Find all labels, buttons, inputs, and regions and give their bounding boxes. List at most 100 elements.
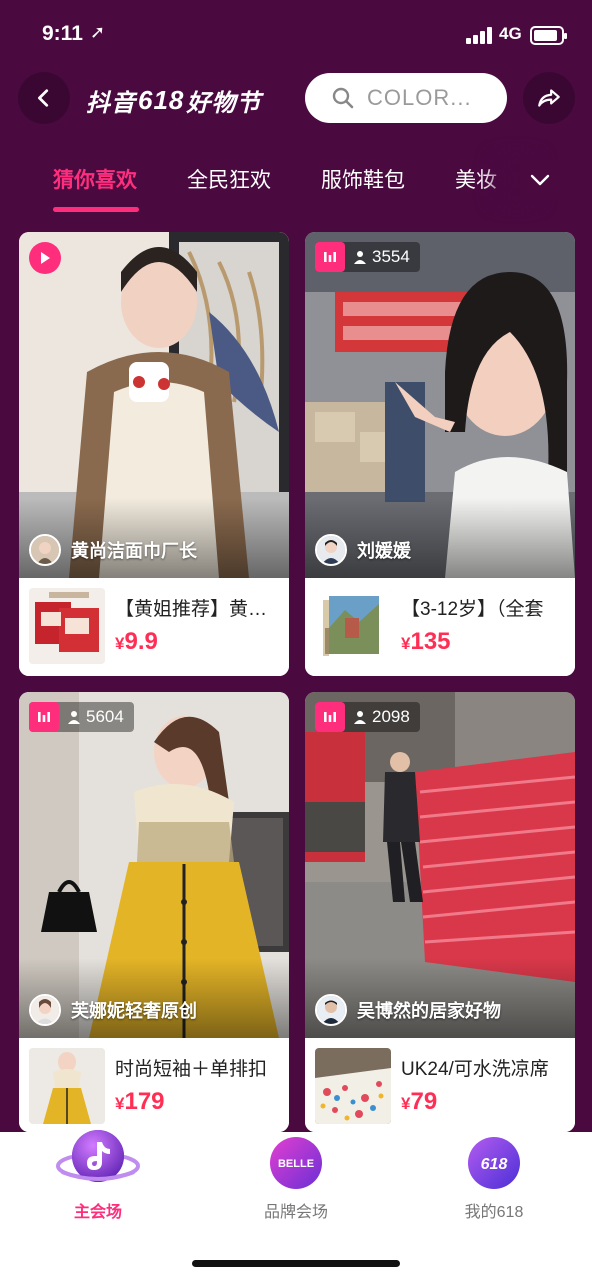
avatar[interactable] bbox=[315, 534, 347, 566]
search-bar[interactable]: COLOR... bbox=[305, 73, 507, 123]
status-time: 9:11 bbox=[42, 22, 83, 45]
author-name: 刘媛媛 bbox=[357, 541, 411, 561]
product-thumbnail[interactable] bbox=[315, 1048, 391, 1124]
product-title: 【3-12岁】（全套 bbox=[401, 599, 544, 620]
event-logo: 抖音 618 好物节 bbox=[86, 80, 261, 120]
tab-guess-you-like[interactable]: 猜你喜欢 bbox=[53, 164, 137, 194]
product-thumbnail[interactable] bbox=[29, 588, 105, 664]
avatar-image bbox=[31, 996, 59, 1024]
product-info[interactable]: 时尚短袖＋单排扣 ¥179 bbox=[19, 1038, 289, 1132]
viewer-count: 2098 bbox=[372, 707, 410, 726]
product-card[interactable]: 3554 刘媛媛 【3-12岁】（全套 ¥135 bbox=[305, 232, 575, 676]
share-button[interactable] bbox=[523, 72, 575, 124]
product-title: 【黄姐推荐】黄尚洁面巾 bbox=[115, 599, 275, 620]
nav-item-my-618[interactable]: 618 我的618 bbox=[414, 1132, 574, 1232]
product-image bbox=[29, 1048, 105, 1124]
price-value: 9.9 bbox=[124, 628, 158, 655]
viewer-count: 3554 bbox=[372, 247, 410, 266]
price-value: 179 bbox=[124, 1088, 165, 1115]
author-info[interactable]: 吴博然的居家好物 bbox=[315, 994, 501, 1026]
logo-number: 618 bbox=[138, 84, 185, 115]
nav-label: 我的618 bbox=[464, 1204, 524, 1221]
back-button[interactable] bbox=[18, 72, 70, 124]
avatar[interactable] bbox=[29, 994, 61, 1026]
tab-beauty[interactable]: 美妆 bbox=[455, 164, 497, 194]
product-thumbnail[interactable] bbox=[29, 1048, 105, 1124]
live-badge: 5604 bbox=[29, 702, 134, 732]
product-price: ¥179 bbox=[115, 1088, 165, 1116]
author-info[interactable]: 黄尚洁面巾厂长 bbox=[29, 534, 197, 566]
network-type: 4G bbox=[499, 24, 522, 43]
category-tabs: 猜你喜欢 全民狂欢 服饰鞋包 美妆 bbox=[0, 150, 592, 214]
signal-icon bbox=[466, 27, 494, 44]
product-price: ¥79 bbox=[401, 1088, 437, 1116]
live-thumbnail[interactable]: 3554 刘媛媛 bbox=[305, 232, 575, 578]
location-arrow-icon: ➚ bbox=[90, 22, 106, 42]
video-thumbnail[interactable]: 黄尚洁面巾厂长 bbox=[19, 232, 289, 578]
bottom-navigation: 主会场 BELLE 品牌会场 618 我的618 bbox=[0, 1130, 592, 1280]
product-card[interactable]: 黄尚洁面巾厂长 【黄姐推荐】黄尚洁面巾 ¥9.9 bbox=[19, 232, 289, 676]
live-badge: 3554 bbox=[315, 242, 420, 272]
nav-item-main-venue[interactable]: 主会场 bbox=[18, 1130, 178, 1232]
home-indicator[interactable] bbox=[192, 1260, 400, 1267]
nav-label: 主会场 bbox=[73, 1204, 122, 1221]
search-icon bbox=[332, 87, 354, 109]
author-name: 芙娜妮轻奢原创 bbox=[71, 1001, 197, 1021]
logo-event: 好物节 bbox=[186, 89, 262, 117]
live-bars-icon bbox=[315, 702, 345, 732]
live-thumbnail[interactable]: 2098 吴博然的居家好物 bbox=[305, 692, 575, 1038]
product-price: ¥135 bbox=[401, 628, 451, 656]
avatar-image bbox=[317, 996, 345, 1024]
product-title: UK24/可水洗凉席 bbox=[401, 1059, 549, 1080]
product-title: 时尚短袖＋单排扣 bbox=[115, 1059, 268, 1080]
price-value: 135 bbox=[410, 628, 451, 655]
my-618-icon: 618 bbox=[468, 1137, 520, 1189]
nav-label: 品牌会场 bbox=[263, 1204, 328, 1221]
product-card[interactable]: 2098 吴博然的居家好物 UK24/可水洗凉席 ¥79 bbox=[305, 692, 575, 1132]
product-image bbox=[29, 588, 105, 664]
more-tabs-button[interactable] bbox=[520, 160, 560, 200]
battery-icon bbox=[530, 26, 567, 45]
my-618-icon-text: 618 bbox=[481, 1156, 508, 1173]
nav-item-brand-venue[interactable]: BELLE 品牌会场 bbox=[216, 1132, 376, 1232]
viewer-icon bbox=[68, 711, 80, 724]
avatar-image bbox=[317, 536, 345, 564]
brand-icon-text: BELLE bbox=[278, 1158, 314, 1170]
live-bars-icon bbox=[29, 702, 59, 732]
product-info[interactable]: 【黄姐推荐】黄尚洁面巾 ¥9.9 bbox=[19, 578, 289, 676]
product-image bbox=[315, 1048, 391, 1124]
chevron-left-icon bbox=[38, 89, 49, 107]
logo-brand: 抖音 bbox=[86, 89, 136, 117]
tab-carnival[interactable]: 全民狂欢 bbox=[187, 164, 271, 194]
live-bars-icon bbox=[315, 242, 345, 272]
status-bar: 9:11 ➚ 4G bbox=[0, 0, 592, 70]
share-arrow-icon bbox=[538, 89, 560, 107]
product-price: ¥9.9 bbox=[115, 628, 158, 656]
product-info[interactable]: UK24/可水洗凉席 ¥79 bbox=[305, 1038, 575, 1132]
belle-brand-icon: BELLE bbox=[270, 1137, 322, 1189]
viewer-icon bbox=[354, 711, 366, 724]
play-icon bbox=[41, 252, 50, 264]
author-info[interactable]: 芙娜妮轻奢原创 bbox=[29, 994, 197, 1026]
author-name: 黄尚洁面巾厂长 bbox=[71, 541, 197, 561]
live-thumbnail[interactable]: 5604 芙娜妮轻奢原创 bbox=[19, 692, 289, 1038]
author-name: 吴博然的居家好物 bbox=[357, 1001, 501, 1021]
product-image bbox=[315, 588, 391, 664]
douyin-planet-icon bbox=[56, 1130, 140, 1182]
viewer-icon bbox=[354, 251, 366, 264]
active-tab-indicator bbox=[53, 207, 139, 212]
live-badge: 2098 bbox=[315, 702, 420, 732]
price-value: 79 bbox=[410, 1088, 438, 1115]
avatar[interactable] bbox=[29, 534, 61, 566]
product-card[interactable]: 5604 芙娜妮轻奢原创 时尚短袖＋单排扣 ¥179 bbox=[19, 692, 289, 1132]
author-info[interactable]: 刘媛媛 bbox=[315, 534, 411, 566]
video-badge bbox=[29, 242, 61, 274]
search-placeholder: COLOR... bbox=[367, 85, 472, 110]
tab-apparel[interactable]: 服饰鞋包 bbox=[321, 164, 405, 194]
product-info[interactable]: 【3-12岁】（全套 ¥135 bbox=[305, 578, 575, 676]
product-thumbnail[interactable] bbox=[315, 588, 391, 664]
viewer-count: 5604 bbox=[86, 707, 124, 726]
chevron-down-icon bbox=[530, 174, 550, 186]
avatar[interactable] bbox=[315, 994, 347, 1026]
avatar-image bbox=[31, 536, 59, 564]
